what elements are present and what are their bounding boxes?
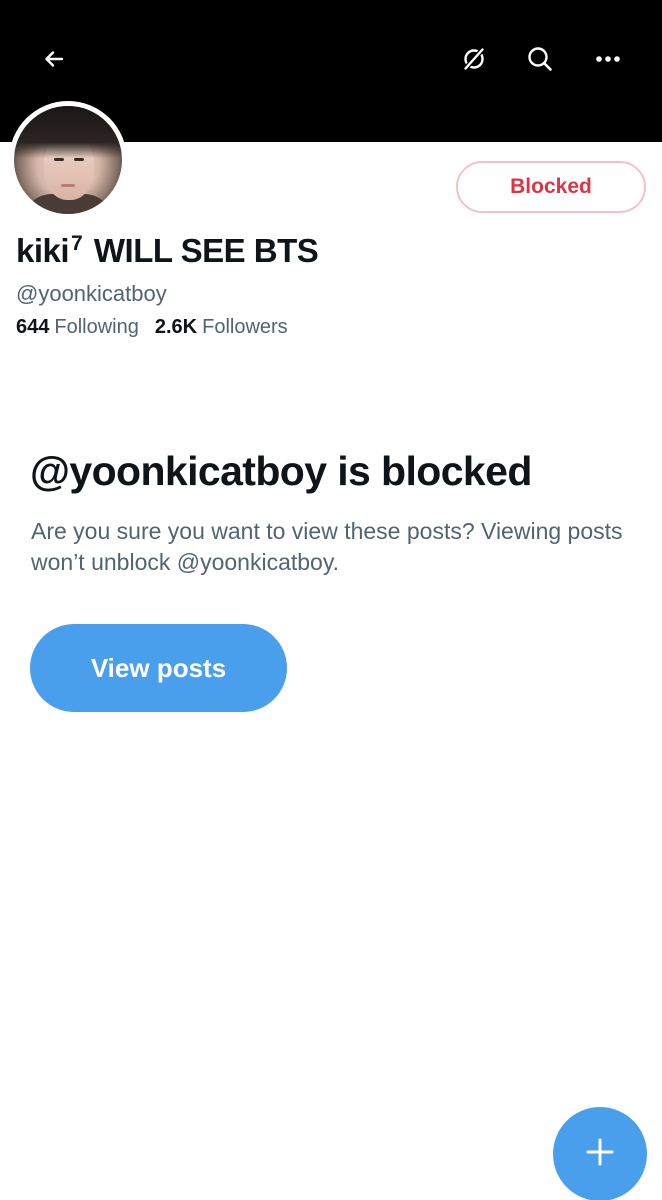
search-button[interactable] xyxy=(521,40,559,78)
search-icon xyxy=(526,45,554,73)
display-name: kiki7 WILL SEE BTS xyxy=(16,232,319,270)
blocked-description: Are you sure you want to view these post… xyxy=(31,518,623,575)
blocked-title: @yoonkicatboy is blocked xyxy=(30,448,532,494)
profile-photo xyxy=(14,106,122,214)
back-button[interactable] xyxy=(35,40,73,78)
user-handle: @yoonkicatboy xyxy=(16,281,167,306)
grok-button[interactable] xyxy=(455,40,493,78)
profile-stats: 644 Following 2.6K Followers xyxy=(16,316,288,339)
display-name-main: kiki xyxy=(16,232,70,269)
display-name-rest: WILL SEE BTS xyxy=(93,232,319,269)
profile-page: Blocked kiki7 WILL SEE BTS @yoonkicatboy… xyxy=(0,0,662,1200)
grok-icon xyxy=(460,45,488,73)
following-count: 644 xyxy=(16,316,50,338)
plus-icon xyxy=(584,1136,616,1173)
arrow-left-icon xyxy=(42,47,66,71)
compose-button[interactable] xyxy=(553,1107,647,1200)
followers-label: Followers xyxy=(202,316,288,338)
view-posts-button[interactable]: View posts xyxy=(30,624,287,712)
blocked-button[interactable]: Blocked xyxy=(456,161,646,213)
more-button[interactable] xyxy=(589,40,627,78)
more-horizontal-icon xyxy=(595,55,621,63)
following-link[interactable]: 644 Following xyxy=(16,316,139,339)
following-label: Following xyxy=(54,316,139,338)
avatar[interactable] xyxy=(9,101,127,219)
display-name-superscript: 7 xyxy=(71,232,83,255)
followers-count: 2.6K xyxy=(154,316,198,338)
followers-link[interactable]: 2.6K Followers xyxy=(155,316,288,339)
